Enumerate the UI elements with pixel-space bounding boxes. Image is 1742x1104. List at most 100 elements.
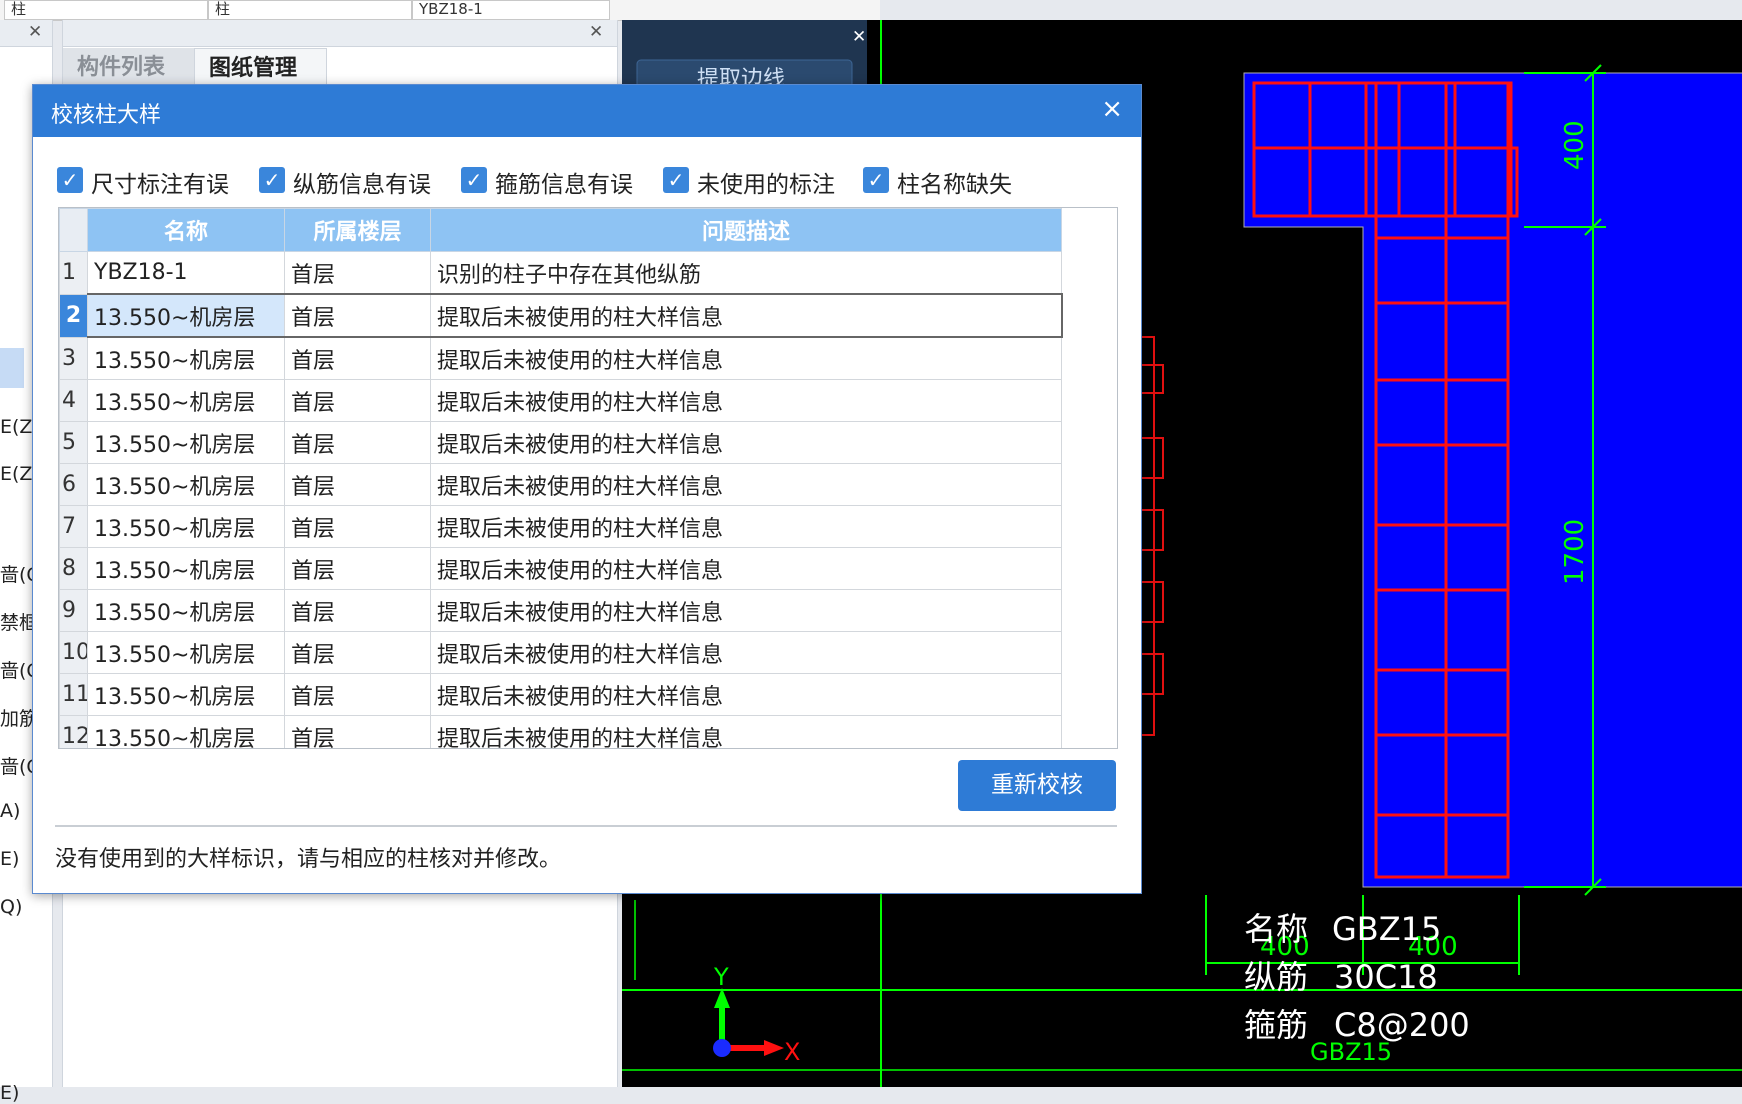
cell-floor[interactable]: 首层 (284, 251, 431, 295)
row-number[interactable]: 8 (59, 547, 88, 590)
cell-name[interactable]: 13.550~机房层 (87, 379, 285, 422)
cell-name[interactable]: 13.550~机房层 (87, 547, 285, 590)
close-icon[interactable]: ✕ (28, 23, 42, 41)
label-long-bar: 纵筋 (1244, 958, 1308, 996)
partial-rebar-shape (1140, 336, 1164, 736)
recheck-button[interactable]: 重新校核 (958, 760, 1116, 811)
label-stirrup: 箍筋 (1244, 1006, 1308, 1044)
close-icon[interactable]: × (1101, 95, 1123, 123)
cell-description[interactable]: 提取后未被使用的柱大样信息 (430, 421, 1062, 464)
row-number[interactable]: 7 (59, 505, 88, 548)
component-tag: GBZ15 (1310, 1038, 1392, 1066)
component-selector[interactable]: YBZ18-1 (412, 0, 610, 20)
cell-name[interactable]: 13.550~机房层 (87, 589, 285, 632)
nav-fragment[interactable]: Q) (0, 896, 22, 918)
cell-name[interactable]: 13.550~机房层 (87, 293, 285, 338)
left-panel-header: ✕ (0, 20, 52, 47)
cell-description[interactable]: 提取后未被使用的柱大样信息 (430, 463, 1062, 506)
row-number[interactable]: 6 (59, 463, 88, 506)
component-panel-header: ✕ (63, 20, 617, 47)
close-icon[interactable]: ✕ (852, 27, 866, 47)
column-header-description[interactable]: 问题描述 (430, 208, 1062, 252)
cell-description[interactable]: 提取后未被使用的柱大样信息 (430, 715, 1062, 748)
cell-floor[interactable]: 首层 (284, 463, 431, 506)
cell-name[interactable]: 13.550~机房层 (87, 715, 285, 748)
nav-selection-highlight (0, 348, 24, 388)
tab-component-list[interactable]: 构件列表 (63, 48, 194, 88)
table-row[interactable]: 12 13.550~机房层 首层 提取后未被使用的柱大样信息 (59, 715, 1062, 748)
cell-name[interactable]: 13.550~机房层 (87, 505, 285, 548)
axis-y-label: Y (713, 963, 729, 991)
table-corner (59, 208, 88, 252)
floor-selector[interactable]: 柱 (4, 0, 208, 20)
nav-fragment[interactable]: E) (0, 848, 19, 870)
filter-label: 尺寸标注有误 (91, 172, 229, 198)
type-selector[interactable]: 柱 (208, 0, 412, 20)
tab-drawing-management[interactable]: 图纸管理 (194, 48, 327, 89)
table-row[interactable]: 7 13.550~机房层 首层 提取后未被使用的柱大样信息 (59, 505, 1062, 548)
row-number[interactable]: 9 (59, 589, 88, 632)
cell-name[interactable]: 13.550~机房层 (87, 673, 285, 716)
table-row[interactable]: 1 YBZ18-1 首层 识别的柱子中存在其他纵筋 (59, 251, 1062, 295)
cell-floor[interactable]: 首层 (284, 505, 431, 548)
table-row[interactable]: 11 13.550~机房层 首层 提取后未被使用的柱大样信息 (59, 673, 1062, 716)
cell-description[interactable]: 识别的柱子中存在其他纵筋 (430, 251, 1062, 295)
row-number[interactable]: 1 (59, 251, 88, 295)
cell-description[interactable]: 提取后未被使用的柱大样信息 (430, 379, 1062, 422)
nav-fragment[interactable]: E) (0, 1082, 19, 1104)
column-section (1243, 72, 1742, 888)
table-row[interactable]: 8 13.550~机房层 首层 提取后未被使用的柱大样信息 (59, 547, 1062, 590)
cell-name[interactable]: 13.550~机房层 (87, 421, 285, 464)
cell-floor[interactable]: 首层 (284, 547, 431, 590)
row-number[interactable]: 12 (59, 715, 88, 748)
nav-fragment[interactable]: E(Z (0, 416, 32, 438)
table-row[interactable]: 6 13.550~机房层 首层 提取后未被使用的柱大样信息 (59, 463, 1062, 506)
close-icon[interactable]: ✕ (589, 23, 603, 41)
table-row[interactable]: 10 13.550~机房层 首层 提取后未被使用的柱大样信息 (59, 631, 1062, 674)
cell-description[interactable]: 提取后未被使用的柱大样信息 (430, 589, 1062, 632)
cell-floor[interactable]: 首层 (284, 379, 431, 422)
cell-floor[interactable]: 首层 (284, 293, 431, 338)
cell-name[interactable]: 13.550~机房层 (87, 336, 285, 380)
cell-floor[interactable]: 首层 (284, 336, 431, 380)
cell-name[interactable]: YBZ18-1 (87, 251, 285, 295)
nav-fragment[interactable]: A) (0, 800, 20, 822)
status-hint: 没有使用到的大样标识，请与相应的柱核对并修改。 (55, 847, 562, 872)
top-toolbar-strip: 柱 柱 YBZ18-1 (0, 0, 880, 21)
cell-floor[interactable]: 首层 (284, 715, 431, 748)
row-number[interactable]: 3 (59, 336, 88, 380)
cell-floor[interactable]: 首层 (284, 421, 431, 464)
cell-description[interactable]: 提取后未被使用的柱大样信息 (430, 547, 1062, 590)
checkbox-checked-icon[interactable]: ✓ (663, 167, 689, 193)
column-header-floor[interactable]: 所属楼层 (284, 208, 431, 252)
cell-description[interactable]: 提取后未被使用的柱大样信息 (430, 673, 1062, 716)
table-row[interactable]: 4 13.550~机房层 首层 提取后未被使用的柱大样信息 (59, 379, 1062, 422)
nav-fragment[interactable]: E(Z (0, 463, 32, 485)
column-header-name[interactable]: 名称 (87, 208, 285, 252)
cell-description[interactable]: 提取后未被使用的柱大样信息 (430, 293, 1063, 338)
row-number[interactable]: 2 (59, 293, 88, 338)
cell-description[interactable]: 提取后未被使用的柱大样信息 (430, 631, 1062, 674)
cell-name[interactable]: 13.550~机房层 (87, 463, 285, 506)
table-row[interactable]: 9 13.550~机房层 首层 提取后未被使用的柱大样信息 (59, 589, 1062, 632)
checkbox-checked-icon[interactable]: ✓ (461, 167, 487, 193)
cell-floor[interactable]: 首层 (284, 673, 431, 716)
checkbox-checked-icon[interactable]: ✓ (57, 167, 83, 193)
table-row[interactable]: 5 13.550~机房层 首层 提取后未被使用的柱大样信息 (59, 421, 1062, 464)
row-number[interactable]: 4 (59, 379, 88, 422)
table-row[interactable]: 3 13.550~机房层 首层 提取后未被使用的柱大样信息 (59, 336, 1062, 380)
label-name: 名称 (1244, 910, 1308, 948)
cell-floor[interactable]: 首层 (284, 631, 431, 674)
checkbox-checked-icon[interactable]: ✓ (259, 167, 285, 193)
cell-description[interactable]: 提取后未被使用的柱大样信息 (430, 505, 1062, 548)
row-number[interactable]: 5 (59, 421, 88, 464)
row-number[interactable]: 10 (59, 631, 88, 674)
value-name: GBZ15 (1332, 910, 1441, 948)
dialog-title-bar: 校核柱大样 × (33, 85, 1141, 137)
cell-description[interactable]: 提取后未被使用的柱大样信息 (430, 336, 1062, 380)
cell-floor[interactable]: 首层 (284, 589, 431, 632)
checkbox-checked-icon[interactable]: ✓ (863, 167, 889, 193)
cell-name[interactable]: 13.550~机房层 (87, 631, 285, 674)
table-row[interactable]: 2 13.550~机房层 首层 提取后未被使用的柱大样信息 (59, 293, 1063, 338)
row-number[interactable]: 11 (59, 673, 88, 716)
